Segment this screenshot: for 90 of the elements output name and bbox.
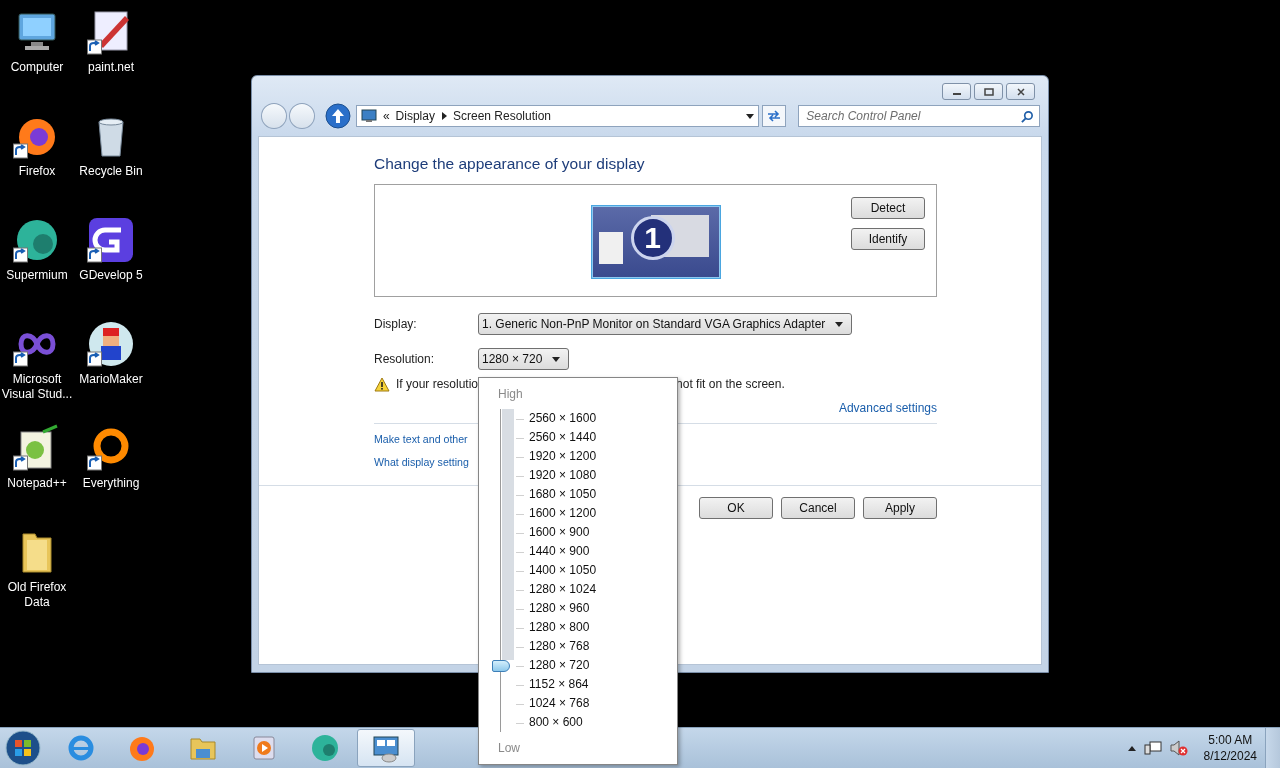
- dialog-button[interactable]: Cancel: [781, 497, 855, 519]
- desktop-icon-label: Everything: [81, 476, 141, 491]
- resolution-option[interactable]: 2560 × 1440: [529, 428, 597, 447]
- minimize-button[interactable]: [942, 83, 971, 100]
- dialog-button[interactable]: OK: [699, 497, 773, 519]
- search-icon[interactable]: [1021, 110, 1034, 123]
- desktop-icon-label: Firefox: [17, 164, 57, 179]
- resolution-dropdown[interactable]: 1280 × 720: [478, 348, 570, 370]
- separator-arrow-icon[interactable]: [440, 112, 447, 120]
- resolution-option[interactable]: 1280 × 1024: [529, 580, 597, 599]
- restore-icon: [983, 87, 994, 96]
- desktop-icon[interactable]: paint.net: [74, 6, 148, 110]
- desktop-icon-label: Recycle Bin: [78, 164, 144, 179]
- resolution-option[interactable]: 1920 × 1080: [529, 466, 597, 485]
- resolution-option[interactable]: 1920 × 1200: [529, 447, 597, 466]
- desktop-icon-label: Old Firefox Data: [6, 580, 68, 610]
- desktop-icon[interactable]: MarioMaker: [74, 318, 148, 422]
- resolution-option[interactable]: 1400 × 1050: [529, 561, 597, 580]
- slider-thumb[interactable]: [492, 659, 510, 672]
- dialog-button[interactable]: Apply: [863, 497, 937, 519]
- resolution-option[interactable]: 1280 × 800: [529, 618, 597, 637]
- show-hidden-icons-arrow[interactable]: [1127, 745, 1136, 751]
- desktop-icon-label: Notepad++: [6, 476, 68, 491]
- resolution-option[interactable]: 1152 × 864: [529, 675, 597, 694]
- desktop-icon-label: MarioMaker: [78, 372, 144, 387]
- breadcrumb-item[interactable]: Display: [395, 109, 435, 123]
- low-label: Low: [498, 741, 520, 755]
- advanced-settings-link[interactable]: Advanced settings: [838, 401, 937, 415]
- desktop-icon[interactable]: Everything: [74, 422, 148, 526]
- high-label: High: [498, 387, 523, 401]
- warning-icon: [374, 376, 390, 392]
- desktop-icon[interactable]: GDevelop 5: [74, 214, 148, 318]
- side-button[interactable]: Identify: [851, 228, 925, 250]
- desktop-icon[interactable]: Notepad++: [0, 422, 74, 526]
- pixel-character-drawing: [101, 328, 121, 360]
- muted-speaker-icon[interactable]: [1169, 740, 1188, 756]
- window-thumbnail: [598, 232, 623, 264]
- caret-icon: [835, 321, 844, 327]
- display-dropdown[interactable]: 1. Generic Non-PnP Monitor on Standard VGA Graphics Adapter: [478, 313, 853, 335]
- desktop-icon-label: GDevelop 5: [78, 268, 144, 283]
- monitor-thumbnail[interactable]: 1: [591, 206, 720, 278]
- breadcrumb-item[interactable]: Screen Resolution: [452, 109, 551, 123]
- desktop-icon-label: Microsoft Visual Stud...: [0, 372, 74, 402]
- resolution-option[interactable]: 1440 × 900: [529, 542, 597, 561]
- control-panel-icon: [371, 733, 401, 763]
- resolution-option[interactable]: 1600 × 900: [529, 523, 597, 542]
- desktop-icon[interactable]: Firefox: [0, 110, 74, 214]
- close-icon: [1015, 87, 1026, 96]
- resolution-option[interactable]: 800 × 600: [529, 713, 597, 732]
- resolution-option[interactable]: 1600 × 1200: [529, 504, 597, 523]
- monitor-number: 1: [630, 216, 675, 260]
- refresh-icon: [766, 109, 783, 123]
- start-button[interactable]: [4, 729, 42, 767]
- field-label: Display:: [374, 317, 418, 331]
- refresh-button[interactable]: [762, 105, 787, 127]
- search-field[interactable]: Search Control Panel: [798, 105, 1040, 127]
- help-link[interactable]: What display setting: [374, 456, 469, 468]
- side-button[interactable]: Detect: [851, 197, 925, 219]
- maximize-button[interactable]: [974, 83, 1003, 100]
- resolution-option[interactable]: 1680 × 1050: [529, 485, 597, 504]
- desktop-icon[interactable]: Computer: [0, 6, 74, 110]
- resolution-option[interactable]: 2560 × 1600: [529, 409, 597, 428]
- desktop-icon-label: Computer: [9, 60, 65, 75]
- network-icon[interactable]: [1143, 740, 1162, 756]
- resolution-option[interactable]: 1280 × 720: [529, 656, 597, 675]
- clock[interactable]: 5:00 AM 8/12/2024: [1203, 732, 1257, 764]
- dropdown-arrow-icon[interactable]: [746, 113, 755, 119]
- clock-time: 5:00 AM: [1208, 732, 1253, 748]
- field-label: Resolution:: [374, 352, 436, 366]
- caret-icon: [552, 356, 561, 362]
- close-button[interactable]: [1006, 83, 1035, 100]
- desktop-icon[interactable]: Old Firefox Data: [0, 526, 74, 630]
- desktop-icon-label: paint.net: [86, 60, 135, 75]
- address-bar[interactable]: « Display Screen Resolution: [355, 105, 760, 127]
- desktop-icon-label: Supermium: [5, 268, 69, 283]
- taskbar-button[interactable]: [357, 729, 415, 767]
- overflow-mark[interactable]: «: [382, 109, 390, 123]
- desktop-icon[interactable]: Recycle Bin: [74, 110, 148, 214]
- monitor-icon: [360, 109, 377, 123]
- clock-date: 8/12/2024: [1203, 748, 1257, 764]
- supermium-icon: [310, 733, 340, 763]
- desktop-icon[interactable]: Supermium: [0, 214, 74, 318]
- resolution-option[interactable]: 1024 × 768: [529, 694, 597, 713]
- page-heading: Change the appearance of your display: [374, 155, 646, 173]
- resolution-option[interactable]: 1280 × 960: [529, 599, 597, 618]
- warning-text: If your resolutio: [396, 377, 479, 391]
- resolution-option[interactable]: 1280 × 768: [529, 637, 597, 656]
- help-link[interactable]: Make text and other: [374, 433, 468, 445]
- internet-explorer-icon: [66, 733, 96, 763]
- desktop-icon[interactable]: Microsoft Visual Stud...: [0, 318, 74, 422]
